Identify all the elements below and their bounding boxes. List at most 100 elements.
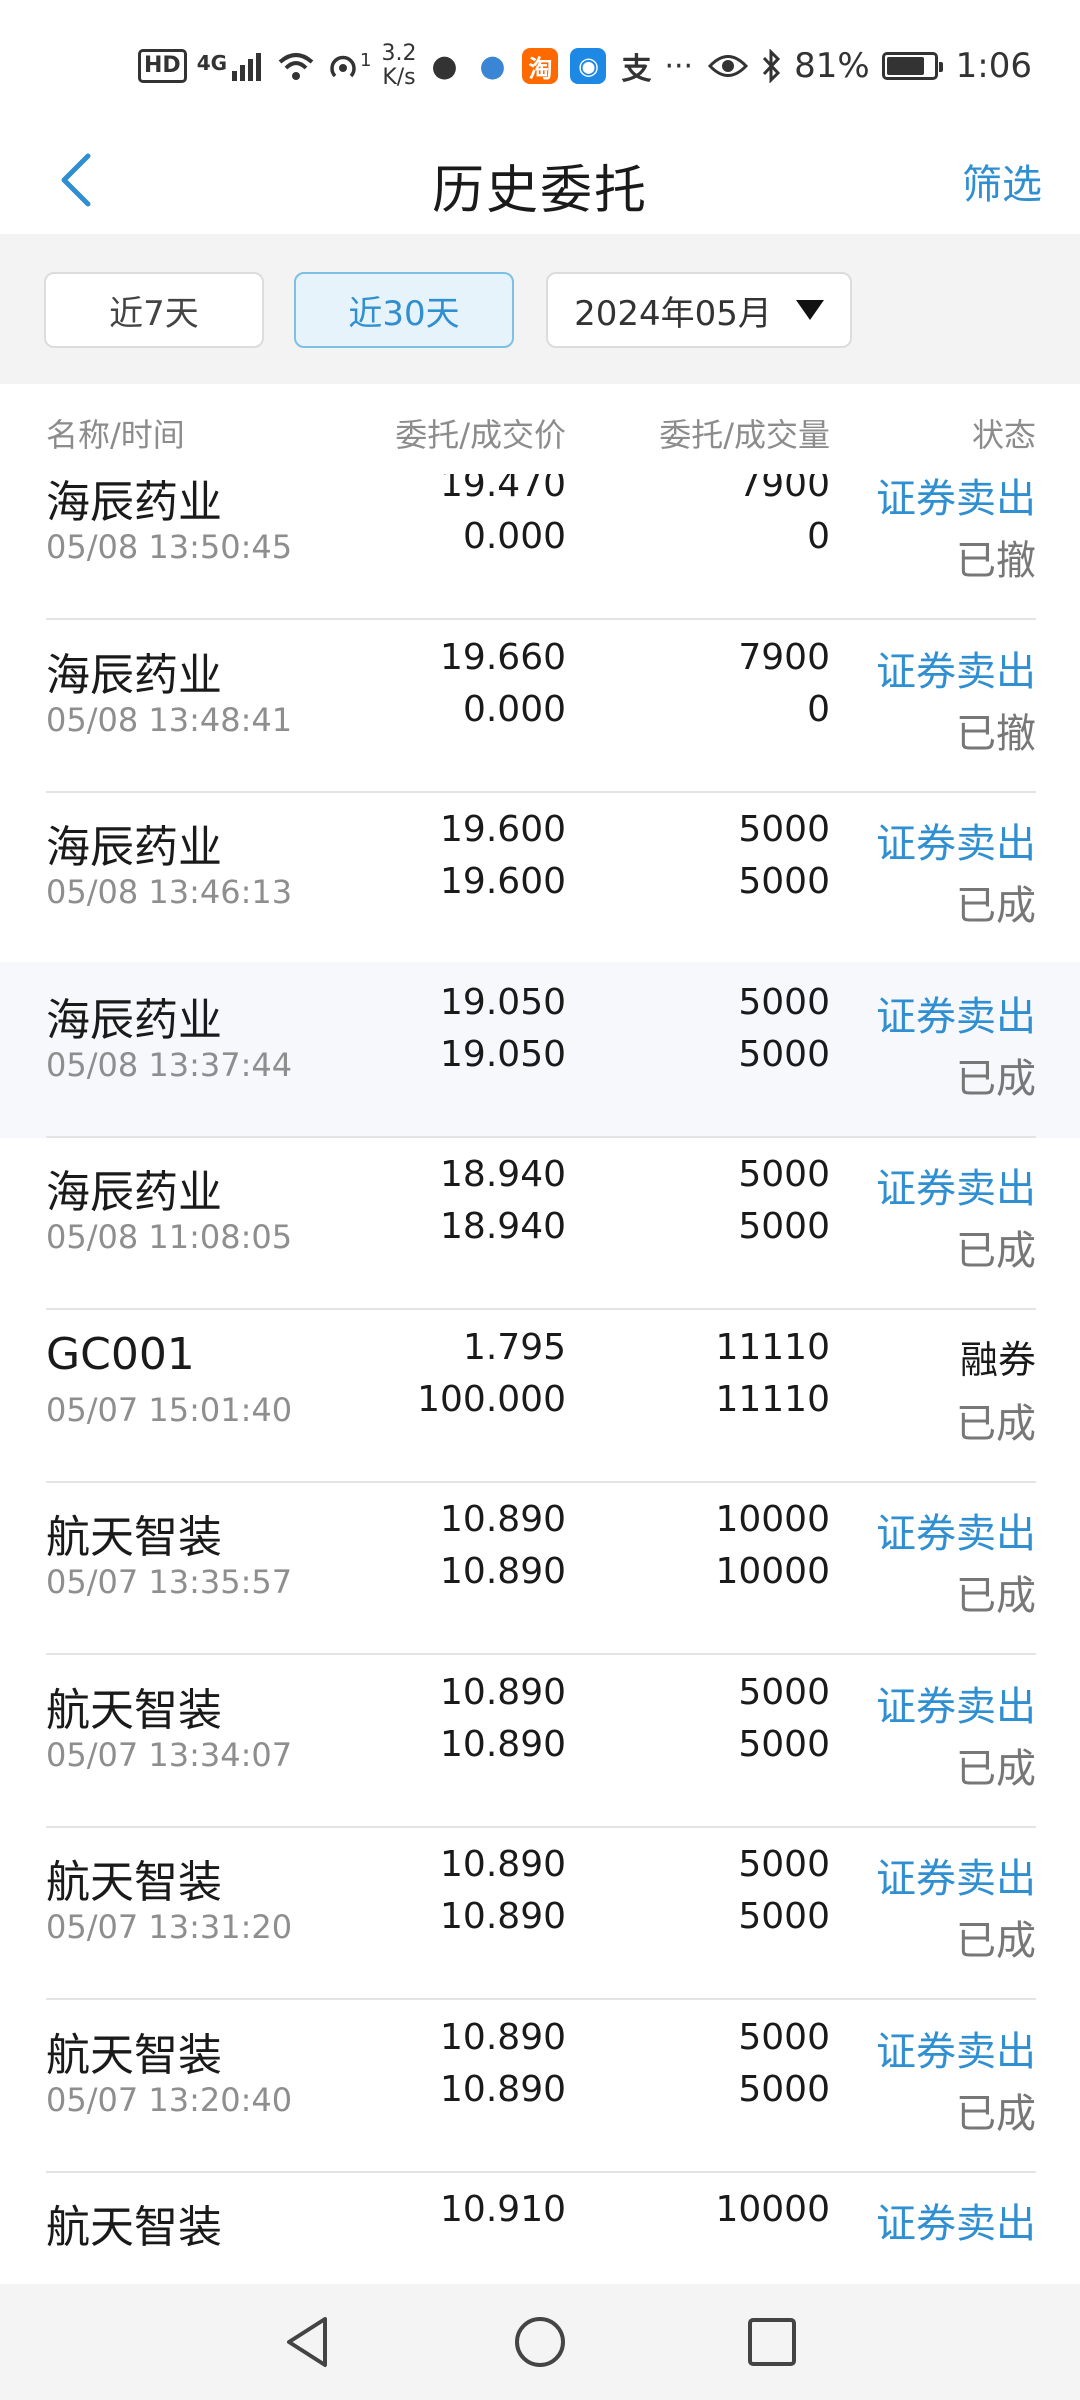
order-row[interactable]: 航天智装 05/07 13:34:07 10.890 10.890 5000 5000 证券… bbox=[0, 1652, 1080, 1828]
order-row[interactable]: 航天智装 05/07 13:31:20 10.890 10.890 5000 5000 证券… bbox=[0, 1824, 1080, 2000]
order-price: 10.890 bbox=[440, 1844, 566, 1885]
order-stock-name: 海辰药业 bbox=[46, 649, 222, 701]
clock: 1:06 bbox=[955, 46, 1032, 86]
order-status: 已成 bbox=[956, 1745, 1036, 1792]
nav-home-button[interactable] bbox=[510, 2312, 570, 2372]
deal-quantity: 5000 bbox=[738, 1896, 830, 1937]
browser-icon: ● bbox=[479, 48, 506, 84]
order-row[interactable]: 海辰药业 05/08 13:50:45 19.470 0.000 7900 0 证券卖出 已撤 bbox=[0, 474, 1080, 620]
order-quantity: 5000 bbox=[738, 1671, 830, 1713]
message-icon: ● bbox=[431, 48, 458, 84]
order-type: 证券卖出 bbox=[876, 821, 1036, 867]
sim-index-label: 1 bbox=[360, 50, 372, 71]
hd-icon: HD bbox=[138, 49, 187, 83]
order-stock-name: GC001 bbox=[46, 1328, 195, 1380]
order-row[interactable]: 海辰药业 05/08 11:08:05 18.940 18.940 5000 5000 证券… bbox=[0, 1134, 1080, 1310]
qq-icon: ◉ bbox=[570, 48, 607, 84]
order-quantity: 5000 bbox=[738, 2016, 830, 2058]
page-title: 历史委托 bbox=[431, 161, 648, 221]
wifi-icon bbox=[278, 53, 314, 80]
order-stock-name: 航天智装 bbox=[46, 2029, 222, 2081]
order-status: 已成 bbox=[956, 1055, 1036, 1102]
status-bar: HD 4G 1 3.2 K/s ● ● 淘 ◉ 支 ··· 81% 1:06 bbox=[0, 0, 1080, 130]
order-list[interactable]: 海辰药业 05/08 13:50:45 19.470 0.000 7900 0 证券卖出 已撤… bbox=[0, 474, 1080, 2284]
deal-quantity: 5000 bbox=[738, 1723, 830, 1765]
order-status: 已成 bbox=[956, 1228, 1036, 1274]
order-time: 05/07 13:20:40 bbox=[46, 2080, 293, 2119]
nav-back-button[interactable] bbox=[278, 2312, 338, 2372]
filter-button[interactable]: 筛选 bbox=[962, 152, 1042, 210]
range-7-days-button[interactable]: 近7天 bbox=[44, 272, 264, 348]
month-select-value: 2024年05月 bbox=[574, 293, 772, 334]
order-quantity: 7900 bbox=[738, 474, 830, 505]
speed-value: 3.2 bbox=[381, 41, 417, 66]
order-price: 18.940 bbox=[440, 1154, 566, 1195]
order-stock-name: 海辰药业 bbox=[46, 477, 222, 528]
order-type: 证券卖出 bbox=[876, 476, 1036, 522]
order-stock-name: 航天智装 bbox=[46, 1684, 222, 1736]
network-type-label: 4G bbox=[196, 51, 228, 75]
taobao-icon: 淘 bbox=[522, 48, 559, 84]
order-quantity: 5000 bbox=[738, 809, 830, 850]
order-price: 1.795 bbox=[462, 1326, 566, 1368]
nav-recents-square-icon bbox=[748, 2318, 796, 2366]
battery-percent: 81% bbox=[794, 46, 870, 86]
order-row[interactable]: GC001 05/07 15:01:40 1.795 100.000 11110 1111… bbox=[0, 1307, 1080, 1483]
order-price: 19.470 bbox=[440, 474, 566, 505]
order-row[interactable]: 航天智装 05/07 13:20:40 10.890 10.890 5000 5000 证券… bbox=[0, 1997, 1080, 2173]
column-quantity: 委托/成交量 bbox=[659, 416, 830, 454]
deal-price: 100.000 bbox=[417, 1378, 566, 1420]
order-type: 证券卖出 bbox=[876, 1856, 1036, 1902]
order-stock-name: 航天智装 bbox=[46, 1512, 222, 1563]
nav-home-circle-icon bbox=[515, 2317, 565, 2367]
order-price: 10.910 bbox=[440, 2189, 566, 2230]
deal-quantity: 5000 bbox=[738, 2068, 830, 2110]
order-type: 证券卖出 bbox=[876, 648, 1036, 695]
order-status: 已成 bbox=[956, 1918, 1036, 1964]
order-row[interactable]: 海辰药业 05/08 13:48:41 19.660 0.000 7900 0 证券卖出 已撤 bbox=[0, 617, 1080, 793]
month-select[interactable]: 2024年05月 bbox=[546, 272, 852, 348]
order-price: 19.600 bbox=[440, 809, 566, 850]
deal-price: 18.940 bbox=[440, 1206, 566, 1247]
nav-recents-button[interactable] bbox=[742, 2312, 802, 2372]
order-quantity: 5000 bbox=[738, 1154, 830, 1195]
order-status: 已成 bbox=[956, 883, 1036, 929]
order-type: 证券卖出 bbox=[876, 1683, 1036, 1730]
order-stock-name: 航天智装 bbox=[46, 1857, 222, 1908]
speed-unit: K/s bbox=[382, 65, 416, 90]
deal-price: 10.890 bbox=[440, 1723, 566, 1765]
bluetooth-icon bbox=[762, 49, 781, 83]
order-price: 10.890 bbox=[440, 1671, 566, 1713]
order-status: 已成 bbox=[956, 1400, 1036, 1447]
order-stock-name: 海辰药业 bbox=[46, 1167, 222, 1218]
order-type: 证券卖出 bbox=[876, 993, 1036, 1040]
status-bar-left: HD 4G 1 3.2 K/s ● ● 淘 ◉ 支 ··· bbox=[138, 40, 693, 92]
order-row[interactable]: 航天智装 10.910 10000 证券卖出 bbox=[0, 2169, 1080, 2284]
alipay-icon: 支 bbox=[621, 52, 652, 87]
order-stock-name: 海辰药业 bbox=[46, 822, 222, 873]
battery-fill bbox=[886, 57, 924, 75]
range-30-days-button[interactable]: 近30天 bbox=[294, 272, 514, 348]
order-row[interactable]: 海辰药业 05/08 13:37:44 19.050 19.050 5000 5000 证券… bbox=[0, 961, 1080, 1138]
order-quantity: 7900 bbox=[738, 636, 830, 678]
app-header: 历史委托 筛选 bbox=[0, 130, 1080, 234]
order-time: 05/07 13:31:20 bbox=[46, 1908, 293, 1946]
deal-quantity: 11110 bbox=[715, 1378, 830, 1420]
order-quantity: 5000 bbox=[738, 1844, 830, 1885]
order-quantity: 10000 bbox=[715, 1499, 830, 1540]
deal-quantity: 5000 bbox=[738, 861, 830, 902]
order-type: 证券卖出 bbox=[876, 2201, 1036, 2247]
deal-price: 10.890 bbox=[440, 1551, 566, 1592]
order-price: 10.890 bbox=[440, 1499, 566, 1540]
order-type: 证券卖出 bbox=[876, 1511, 1036, 1557]
deal-quantity: 5000 bbox=[738, 1206, 830, 1247]
dropdown-triangle-icon bbox=[795, 300, 824, 320]
network-speed: 3.2 K/s bbox=[381, 42, 416, 90]
order-row[interactable]: 航天智装 05/07 13:35:57 10.890 10.890 10000 10000… bbox=[0, 1479, 1080, 1655]
order-time: 05/08 13:48:41 bbox=[46, 700, 293, 739]
order-row[interactable]: 海辰药业 05/08 13:46:13 19.600 19.600 5000 5000 证券… bbox=[0, 789, 1080, 965]
order-status: 已撤 bbox=[956, 710, 1036, 757]
deal-quantity: 0 bbox=[807, 516, 830, 557]
battery-icon bbox=[881, 52, 943, 80]
signal-bars-icon bbox=[232, 53, 262, 81]
